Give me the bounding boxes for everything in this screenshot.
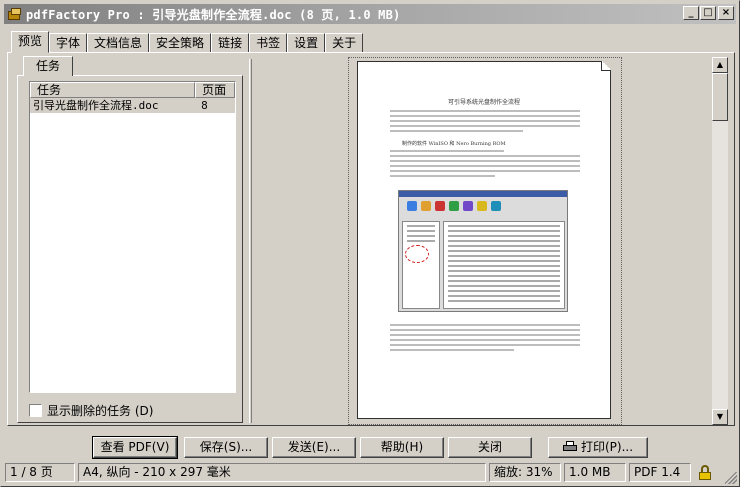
status-pdf-version: PDF 1.4: [629, 463, 691, 482]
scrollbar-thumb[interactable]: [712, 73, 728, 121]
tab-bookmarks[interactable]: 书签: [249, 33, 288, 53]
page-fold: [601, 61, 611, 71]
show-deleted-label: 显示删除的任务 (D): [47, 404, 154, 418]
tab-links[interactable]: 链接: [211, 33, 250, 53]
scroll-down-arrow-icon[interactable]: ▼: [712, 409, 728, 425]
preview-paragraph: [390, 324, 580, 354]
app-icon: [7, 6, 23, 22]
preview-screenshot-image: [398, 190, 568, 312]
status-paper: A4, 纵向 - 210 x 297 毫米: [78, 463, 486, 482]
tab-fonts[interactable]: 字体: [49, 33, 88, 53]
task-pages: 8: [201, 99, 208, 112]
save-button[interactable]: 保存(S)...: [184, 437, 268, 458]
status-zoom: 缩放: 31%: [489, 463, 561, 482]
minimize-button[interactable]: _: [683, 6, 699, 20]
title-bar[interactable]: pdfFactory Pro : 引导光盘制作全流程.doc (8 页, 1.0…: [4, 4, 736, 24]
maximize-button[interactable]: □: [700, 6, 716, 20]
tab-document-info[interactable]: 文档信息: [87, 33, 150, 53]
scroll-up-arrow-icon[interactable]: ▲: [712, 57, 728, 73]
tab-settings[interactable]: 设置: [287, 33, 326, 53]
show-deleted-checkbox[interactable]: [29, 404, 42, 417]
preview-doc-title: 可引导系统光盘制作全流程: [447, 99, 520, 106]
lock-icon[interactable]: [698, 465, 712, 481]
close-button[interactable]: 关闭: [448, 437, 532, 458]
show-deleted-option[interactable]: 显示删除的任务 (D): [29, 402, 153, 419]
print-button-label: 打印(P)...: [580, 440, 634, 454]
tab-tasks[interactable]: 任务: [23, 56, 73, 76]
preview-vertical-scrollbar[interactable]: ▲ ▼: [712, 57, 728, 425]
task-list-header: 任务 页面: [30, 82, 235, 98]
window-title: pdfFactory Pro : 引导光盘制作全流程.doc (8 页, 1.0…: [26, 7, 401, 22]
column-header-pages[interactable]: 页面: [195, 82, 235, 98]
preview-page[interactable]: 可引导系统光盘制作全流程 制作的软件 WinISO 和 Nero Burning…: [357, 61, 611, 419]
status-size: 1.0 MB: [564, 463, 626, 482]
preview-paragraph: [390, 150, 580, 180]
view-pdf-button[interactable]: 查看 PDF(V): [92, 436, 178, 459]
print-button[interactable]: 打印(P)...: [548, 437, 648, 458]
task-list[interactable]: 任务 页面 引导光盘制作全流程.doc 8: [29, 81, 236, 393]
status-page: 1 / 8 页: [5, 463, 75, 482]
tab-security[interactable]: 安全策略: [149, 33, 212, 53]
app-window: pdfFactory Pro : 引导光盘制作全流程.doc (8 页, 1.0…: [0, 0, 740, 487]
help-button[interactable]: 帮助(H): [360, 437, 444, 458]
tab-about[interactable]: 关于: [325, 33, 364, 53]
close-window-button[interactable]: ×: [718, 6, 734, 20]
send-button[interactable]: 发送(E)...: [272, 437, 356, 458]
panel-splitter[interactable]: [249, 59, 252, 423]
table-row[interactable]: 引导光盘制作全流程.doc 8: [30, 98, 235, 113]
main-tabs: 预览 字体 文档信息 安全策略 链接 书签 设置 关于: [11, 31, 364, 53]
resize-grip-icon[interactable]: [725, 472, 737, 484]
status-bar: 1 / 8 页 A4, 纵向 - 210 x 297 毫米 缩放: 31% 1.…: [5, 463, 737, 483]
preview-doc-subtitle: 制作的软件 WinISO 和 Nero Burning ROM: [402, 141, 506, 147]
tab-preview[interactable]: 预览: [11, 31, 50, 53]
preview-paragraph: [390, 110, 580, 135]
printer-icon: [562, 441, 577, 452]
column-header-task[interactable]: 任务: [30, 82, 196, 98]
task-name: 引导光盘制作全流程.doc: [33, 99, 159, 112]
